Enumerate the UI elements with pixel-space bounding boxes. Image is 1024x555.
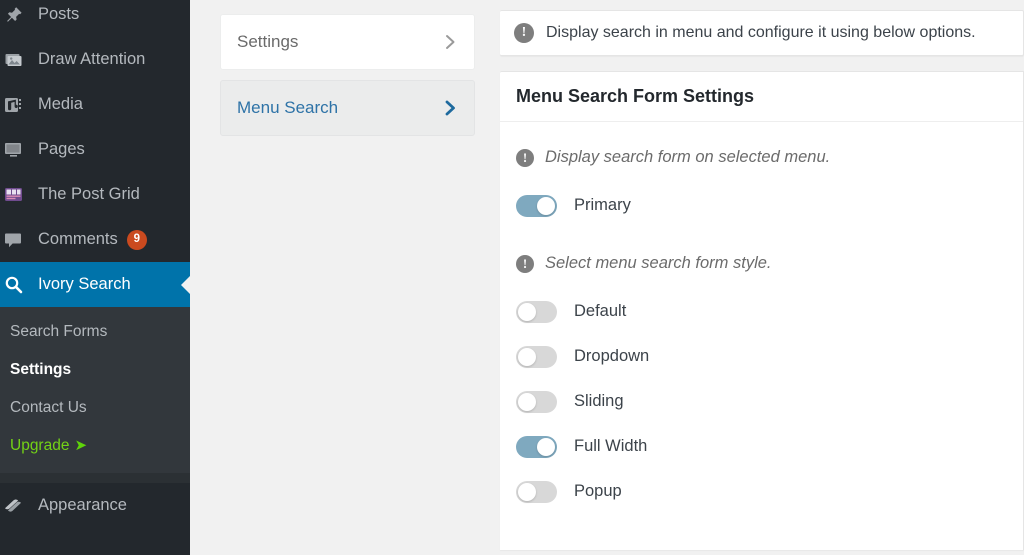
upgrade-arrow-icon: ➤ [74, 437, 88, 455]
field-description: ! Display search form on selected menu. [516, 148, 1007, 167]
toggle-label: Primary [574, 196, 631, 214]
sidebar-item-posts[interactable]: Posts [0, 0, 190, 37]
toggle-row-dropdown[interactable]: Dropdown [516, 334, 1007, 379]
notice-bar: ! Display search in menu and configure i… [500, 10, 1024, 56]
sidebar-item-appearance[interactable]: Appearance [0, 483, 190, 528]
chevron-right-icon [443, 32, 458, 52]
toggle-row-sliding[interactable]: Sliding [516, 379, 1007, 424]
sidebar-item-ivory-search[interactable]: Ivory Search [0, 262, 190, 307]
info-icon: ! [516, 254, 534, 273]
toggle-dropdown[interactable] [516, 345, 557, 368]
admin-sidebar: Posts Draw Attention Media Pages The Post Gr… [0, 0, 190, 555]
submenu-item-label: Settings [10, 361, 72, 379]
toggle-knob [518, 392, 536, 411]
toggle-primary[interactable] [516, 194, 557, 217]
sidebar-item-draw-attention[interactable]: Draw Attention [0, 37, 190, 82]
toggle-label: Popup [574, 482, 622, 500]
sidebar-item-label: The Post Grid [38, 185, 140, 204]
chevron-right-icon [443, 98, 458, 118]
submenu-item-label: Contact Us [10, 399, 87, 417]
settings-group: ! Display search form on selected menu. Pr… [516, 148, 1007, 228]
toggle-row-primary[interactable]: Primary [516, 183, 1007, 228]
info-icon: ! [514, 23, 534, 43]
toggle-popup[interactable] [516, 480, 557, 503]
submenu-item-label: Search Forms [10, 323, 108, 340]
settings-panel: Menu Search Form Settings ! Display searc… [500, 71, 1024, 550]
field-description: ! Select menu search form style. [516, 254, 1007, 273]
toggle-knob [518, 347, 536, 366]
toggle-row-default[interactable]: Default [516, 289, 1007, 334]
comment-icon [0, 230, 30, 250]
ivory-search-submenu: Search Forms Settings Contact Us Upgrade ➤ [0, 307, 190, 474]
sidebar-item-pages[interactable]: Pages [0, 127, 190, 172]
magnifier-icon [0, 275, 30, 295]
field-description-text: Select menu search form style. [545, 254, 772, 272]
sidebar-item-label: Ivory Search [38, 275, 131, 294]
appearance-icon [0, 496, 30, 516]
field-description-text: Display search form on selected menu. [545, 148, 831, 166]
toggle-default[interactable] [516, 300, 557, 323]
tab-settings[interactable]: Settings [220, 14, 475, 70]
menu-separator [0, 473, 190, 484]
main-content: ! Display search in menu and configure i… [497, 0, 1024, 555]
media-icon [0, 95, 30, 115]
submenu-item-upgrade[interactable]: Upgrade ➤ [0, 427, 190, 465]
sidebar-item-label: Appearance [38, 496, 127, 515]
sidebar-item-label: Media [38, 95, 83, 114]
toggle-knob [518, 482, 536, 501]
toggle-row-popup[interactable]: Popup [516, 469, 1007, 514]
toggle-label: Full Width [574, 437, 648, 455]
admin-screen: Posts Draw Attention Media Pages The Post Gr… [0, 0, 1024, 555]
tab-label: Settings [237, 32, 299, 51]
page-icon [0, 140, 30, 160]
notice-text: Display search in menu and configure it … [546, 24, 976, 41]
tab-label: Menu Search [237, 98, 339, 117]
toggle-knob [537, 196, 555, 215]
toggle-label: Sliding [574, 392, 624, 410]
image-icon [0, 50, 30, 70]
toggle-label: Default [574, 302, 627, 320]
tab-menu-search[interactable]: Menu Search [220, 80, 475, 136]
settings-tab-column: Settings Menu Search [190, 0, 497, 555]
sidebar-item-comments[interactable]: Comments 9 [0, 217, 190, 262]
toggle-row-full-width[interactable]: Full Width [516, 424, 1007, 469]
info-icon: ! [516, 148, 534, 167]
pin-icon [0, 5, 30, 25]
sidebar-item-label: Comments [38, 230, 118, 249]
submenu-item-search-forms[interactable]: Search Forms [0, 313, 190, 351]
toggle-knob [518, 302, 536, 321]
sidebar-item-media[interactable]: Media [0, 82, 190, 127]
toggle-knob [537, 437, 555, 456]
sidebar-item-label: Draw Attention [38, 50, 146, 69]
submenu-item-contact-us[interactable]: Contact Us [0, 389, 190, 427]
sidebar-item-label: Posts [38, 5, 80, 24]
toggle-label: Dropdown [574, 347, 650, 365]
sidebar-item-label: Pages [38, 140, 85, 159]
toggle-full-width[interactable] [516, 435, 557, 458]
comment-count-badge: 9 [126, 229, 147, 250]
toggle-sliding[interactable] [516, 390, 557, 413]
settings-group: ! Select menu search form style. Default Dr… [516, 254, 1007, 514]
submenu-item-settings[interactable]: Settings [0, 351, 190, 389]
panel-title: Menu Search Form Settings [500, 72, 1023, 122]
grid-icon [0, 185, 30, 205]
sidebar-item-the-post-grid[interactable]: The Post Grid [0, 172, 190, 217]
submenu-item-label: Upgrade [10, 437, 70, 455]
